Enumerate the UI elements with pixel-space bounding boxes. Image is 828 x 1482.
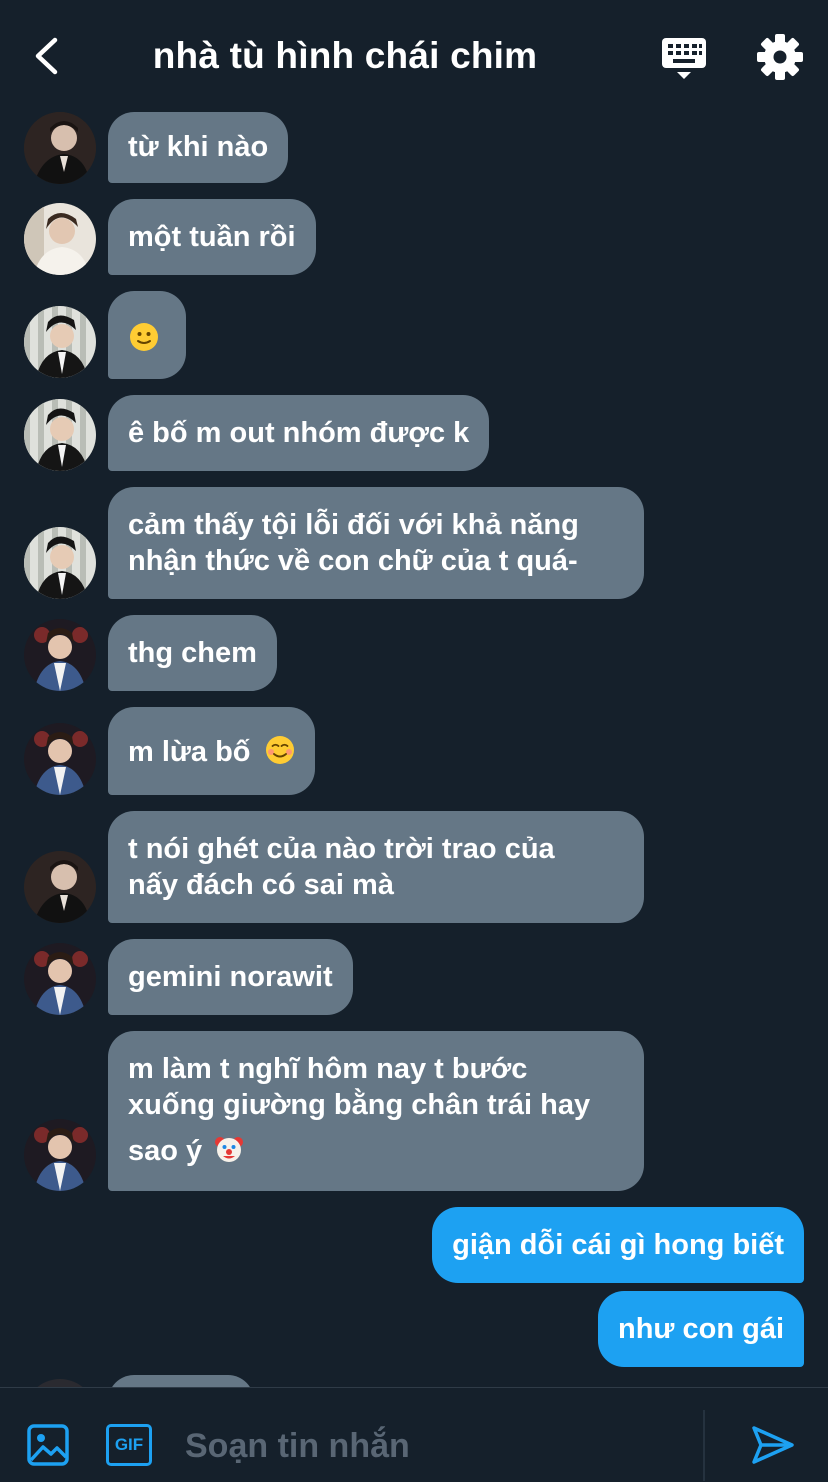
message-bubble-sent[interactable]: giận dỗi cái gì hong biết — [432, 1207, 804, 1283]
avatar-striped-bg-image — [24, 306, 96, 378]
avatar-denim-jacket-image — [24, 723, 96, 795]
message-bubble-sent[interactable]: như con gái — [598, 1291, 804, 1367]
avatar[interactable] — [24, 306, 96, 378]
avatar-striped-bg-image — [24, 527, 96, 599]
avatar[interactable] — [24, 943, 96, 1015]
message-line: sao ý — [128, 1135, 203, 1167]
message-bubble[interactable]: từ khi nào — [108, 112, 289, 183]
message-bubble[interactable]: m làm t nghĩ hôm nay t bước xuống giường… — [108, 1031, 644, 1191]
gif-label: GIF — [114, 1435, 144, 1454]
message-bubble[interactable]: t nói ghét của nào trời trao của nấy đác… — [108, 811, 644, 923]
avatar-denim-jacket-image — [24, 1119, 96, 1191]
send-icon[interactable] — [750, 1422, 796, 1468]
message-bubble[interactable]: ê bố m out nhóm được k — [108, 395, 490, 471]
keyboard-icon[interactable] — [660, 36, 708, 80]
message-bubble[interactable] — [108, 291, 186, 379]
message-bubble[interactable]: một tuần rồi — [108, 199, 316, 275]
message-bubble[interactable]: cảm thấy tội lỗi đối với khả năng nhận t… — [108, 487, 644, 599]
avatar-dark-suit-image — [24, 112, 96, 184]
chat-header: nhà tù hình chái chim — [0, 0, 828, 112]
avatar[interactable] — [24, 112, 96, 184]
message-input[interactable]: Soạn tin nhắn — [185, 1424, 410, 1468]
avatar-striped-bg-image — [24, 399, 96, 471]
message-bubble[interactable]: m lừa bố — [108, 707, 315, 795]
avatar-denim-jacket-image — [24, 619, 96, 691]
avatar[interactable] — [24, 723, 96, 795]
slightly-smiling-face-icon — [130, 323, 158, 351]
avatar-dark-suit-image — [24, 851, 96, 923]
avatar[interactable] — [24, 851, 96, 923]
message-line: t nói ghét của nào trời trao của — [128, 833, 555, 865]
message-line: nhận thức về con chữ của t quá- — [128, 545, 578, 577]
message-line: xuống giường bằng chân trái hay — [128, 1089, 591, 1121]
message-line: m làm t nghĩ hôm nay t bước — [128, 1053, 528, 1085]
message-line: nấy đách có sai mà — [128, 869, 394, 901]
image-icon[interactable] — [26, 1423, 70, 1467]
avatar[interactable] — [24, 1119, 96, 1191]
message-text: m lừa bố — [128, 736, 251, 768]
smiling-face-icon — [265, 736, 294, 765]
conversation-title[interactable]: nhà tù hình chái chim — [0, 34, 690, 78]
avatar[interactable] — [24, 399, 96, 471]
message-bubble[interactable]: gemini norawit — [108, 939, 353, 1015]
avatar-light-sweater-image — [24, 203, 96, 275]
message-line: cảm thấy tội lỗi đối với khả năng — [128, 509, 579, 541]
clown-face-icon — [215, 1137, 244, 1163]
settings-gear-icon[interactable] — [755, 32, 805, 82]
avatar[interactable] — [24, 619, 96, 691]
composer-divider — [703, 1410, 705, 1481]
gif-button[interactable]: GIF — [106, 1424, 152, 1466]
avatar[interactable] — [24, 527, 96, 599]
avatar[interactable] — [24, 203, 96, 275]
message-line-wrapper: sao ý — [128, 1133, 624, 1169]
message-bubble[interactable]: thg chem — [108, 615, 277, 691]
avatar-denim-jacket-image — [24, 943, 96, 1015]
